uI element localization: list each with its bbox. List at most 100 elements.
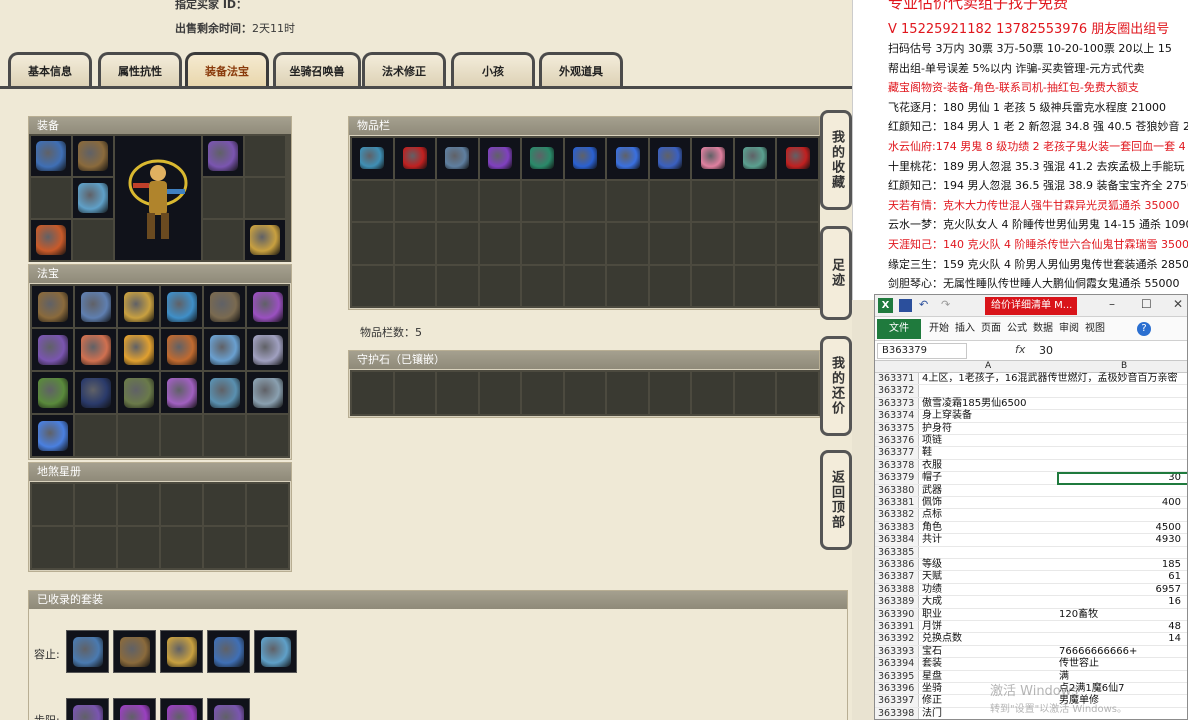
star-slot[interactable]: [118, 484, 159, 525]
inventory-slot[interactable]: [607, 180, 648, 221]
star-slot[interactable]: [32, 527, 73, 568]
guard-slot[interactable]: [437, 372, 478, 414]
star-slot[interactable]: [204, 527, 245, 568]
inventory-slot[interactable]: [394, 265, 436, 306]
inventory-slot[interactable]: [607, 223, 648, 264]
tab-spell-correction[interactable]: 法术修正: [362, 52, 446, 86]
ribbon-review-tab[interactable]: 审阅: [1059, 321, 1079, 337]
cell-b[interactable]: 76666666666+: [1057, 646, 1187, 658]
fabao-slot[interactable]: [247, 329, 288, 370]
row-number[interactable]: 363392: [875, 633, 919, 645]
equip-slot-empty[interactable]: [73, 220, 113, 260]
close-icon[interactable]: ✕: [1173, 297, 1183, 311]
fabao-slot[interactable]: [75, 329, 116, 370]
inventory-slot[interactable]: [777, 180, 818, 221]
guard-slot[interactable]: [777, 372, 818, 414]
inventory-slot[interactable]: [649, 223, 691, 264]
cell-a[interactable]: 武器: [921, 485, 1055, 497]
equip-slot[interactable]: [203, 136, 243, 176]
ribbon-file-tab[interactable]: 文件: [877, 319, 921, 339]
cell-a[interactable]: 等级: [921, 559, 1055, 571]
cell-a[interactable]: 帽子: [921, 472, 1055, 484]
set-item-slot[interactable]: [207, 630, 250, 673]
inventory-slot[interactable]: [777, 138, 818, 179]
fabao-slot[interactable]: [161, 372, 202, 413]
tab-child[interactable]: 小孩: [451, 52, 535, 86]
row-number[interactable]: 363398: [875, 707, 919, 719]
inventory-slot[interactable]: [734, 180, 776, 221]
cell-b[interactable]: 4500: [1057, 522, 1187, 534]
cell-a[interactable]: 功绩: [921, 584, 1055, 596]
fabao-slot[interactable]: [204, 329, 245, 370]
fabao-slot[interactable]: [118, 329, 159, 370]
cell-a[interactable]: 角色: [921, 522, 1055, 534]
star-slot[interactable]: [204, 484, 245, 525]
fabao-slot[interactable]: [204, 372, 245, 413]
equip-slot-empty[interactable]: [245, 178, 285, 218]
row-number[interactable]: 363386: [875, 559, 919, 571]
fabao-slot[interactable]: [161, 329, 202, 370]
cell-b[interactable]: 185: [1057, 559, 1187, 571]
cell-a[interactable]: 4上区，1老孩子，16混武器传世燃灯，孟极妙音百万亲密: [921, 373, 1177, 385]
inventory-slot[interactable]: [564, 223, 606, 264]
fabao-slot[interactable]: [32, 286, 73, 327]
inventory-slot[interactable]: [522, 138, 563, 179]
row-number[interactable]: 363390: [875, 608, 919, 620]
inventory-slot[interactable]: [522, 265, 563, 306]
inventory-slot[interactable]: [479, 138, 521, 179]
help-icon[interactable]: ?: [1137, 322, 1151, 336]
tab-mounts-pets[interactable]: 坐骑召唤兽: [273, 52, 361, 86]
cell-b[interactable]: 48: [1057, 621, 1187, 633]
inventory-slot[interactable]: [692, 265, 733, 306]
set-item-slot[interactable]: [66, 630, 109, 673]
guard-slot[interactable]: [734, 372, 776, 414]
inventory-slot[interactable]: [394, 180, 436, 221]
inventory-slot[interactable]: [437, 265, 478, 306]
inventory-slot[interactable]: [649, 138, 691, 179]
row-number[interactable]: 363382: [875, 509, 919, 521]
inventory-slot[interactable]: [437, 180, 478, 221]
cell-a[interactable]: 职业: [921, 609, 1055, 621]
cell-a[interactable]: 宝石: [921, 646, 1055, 658]
guard-slot[interactable]: [479, 372, 521, 414]
inventory-slot[interactable]: [564, 180, 606, 221]
inventory-slot[interactable]: [437, 138, 478, 179]
cell-b[interactable]: 400: [1057, 497, 1187, 509]
star-slot[interactable]: [118, 527, 159, 568]
tab-attributes[interactable]: 属性抗性: [98, 52, 182, 86]
cell-a[interactable]: 套装: [921, 658, 1055, 670]
cell-b[interactable]: 30: [1057, 472, 1187, 485]
inventory-slot[interactable]: [692, 180, 733, 221]
row-number[interactable]: 363394: [875, 658, 919, 670]
row-number[interactable]: 363385: [875, 546, 919, 558]
fabao-slot[interactable]: [204, 415, 245, 456]
row-number[interactable]: 363389: [875, 596, 919, 608]
cell-a[interactable]: 傲雪凌霜185男仙6500: [921, 398, 1055, 410]
equip-slot[interactable]: [31, 136, 71, 176]
maximize-icon[interactable]: ☐: [1141, 297, 1152, 311]
guard-slot[interactable]: [649, 372, 691, 414]
row-number[interactable]: 363391: [875, 621, 919, 633]
fabao-slot[interactable]: [247, 286, 288, 327]
fabao-slot[interactable]: [32, 372, 73, 413]
inventory-slot[interactable]: [734, 223, 776, 264]
inventory-slot[interactable]: [734, 138, 776, 179]
set-item-slot[interactable]: [254, 630, 297, 673]
fabao-slot[interactable]: [75, 415, 116, 456]
ribbon-layout-tab[interactable]: 页面: [981, 321, 1001, 337]
row-number[interactable]: 363374: [875, 410, 919, 422]
inventory-slot[interactable]: [522, 180, 563, 221]
minimize-icon[interactable]: –: [1109, 297, 1115, 311]
redo-icon[interactable]: ↷: [941, 298, 950, 311]
column-a-header[interactable]: A: [985, 361, 991, 371]
formula-input[interactable]: 30: [1039, 344, 1053, 357]
inventory-slot[interactable]: [479, 180, 521, 221]
row-number[interactable]: 363379: [875, 472, 919, 484]
fabao-slot[interactable]: [161, 415, 202, 456]
cell-a[interactable]: 身上穿装备: [921, 410, 1055, 422]
star-slot[interactable]: [247, 484, 288, 525]
cell-a[interactable]: 天赋: [921, 571, 1055, 583]
inventory-slot[interactable]: [777, 265, 818, 306]
star-slot[interactable]: [161, 527, 202, 568]
cell-a[interactable]: 大成: [921, 596, 1055, 608]
